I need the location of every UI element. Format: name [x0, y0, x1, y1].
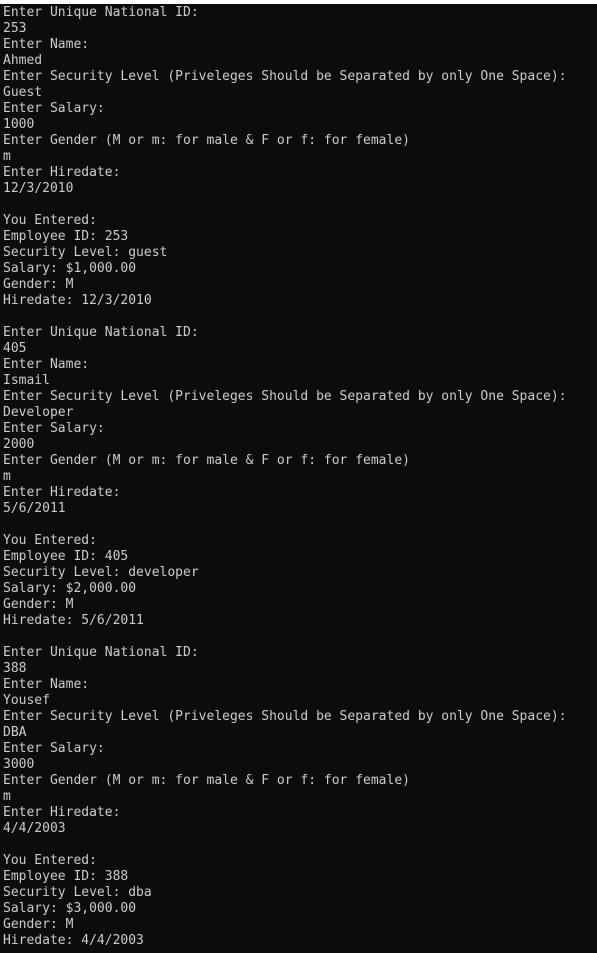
console-line: 253	[3, 21, 27, 36]
console-line: Ahmed	[3, 53, 43, 68]
console-line: Security Level: dba	[3, 885, 152, 900]
console-line: Enter Salary:	[3, 421, 105, 436]
console-line: Enter Unique National ID:	[3, 5, 199, 20]
console-line: m	[3, 789, 11, 804]
console-line: Enter Gender (M or m: for male & F or f:…	[3, 133, 410, 148]
console-output[interactable]: Enter Unique National ID: 253 Enter Name: A…	[3, 5, 597, 949]
console-line: Hiredate: 12/3/2010	[3, 293, 152, 308]
console-line: You Entered:	[3, 533, 97, 548]
console-line: m	[3, 149, 11, 164]
console-line: Enter Security Level (Priveleges Should …	[3, 389, 567, 404]
console-line: Ismail	[3, 373, 50, 388]
console-line: Salary: $1,000.00	[3, 261, 137, 276]
console-line: Security Level: developer	[3, 565, 199, 580]
console-line: You Entered:	[3, 853, 97, 868]
console-line: Enter Name:	[3, 677, 90, 692]
console-line: Enter Unique National ID:	[3, 645, 199, 660]
console-line: Enter Salary:	[3, 741, 105, 756]
console-line: Enter Salary:	[3, 101, 105, 116]
console-line: 3000	[3, 757, 35, 772]
console-line: 1000	[3, 117, 35, 132]
console-line: Enter Security Level (Priveleges Should …	[3, 69, 567, 84]
console-line: Enter Hiredate:	[3, 805, 121, 820]
console-line: 12/3/2010	[3, 181, 74, 196]
console-line: Employee ID: 253	[3, 229, 129, 244]
console-line: Enter Name:	[3, 37, 90, 52]
console-line: Salary: $2,000.00	[3, 581, 137, 596]
console-line: 5/6/2011	[3, 501, 66, 516]
console-line: m	[3, 469, 11, 484]
console-line: Enter Gender (M or m: for male & F or f:…	[3, 453, 410, 468]
console-line: 405	[3, 341, 27, 356]
console-line: You Entered:	[3, 213, 97, 228]
console-line: Gender: M	[3, 597, 74, 612]
console-line: Enter Hiredate:	[3, 165, 121, 180]
console-line: DBA	[3, 725, 27, 740]
console-line: Enter Security Level (Priveleges Should …	[3, 709, 567, 724]
console-line: 4/4/2003	[3, 821, 66, 836]
console-line: 388	[3, 661, 27, 676]
console-line: Enter Unique National ID:	[3, 325, 199, 340]
console-line: Gender: M	[3, 277, 74, 292]
console-line: Hiredate: 5/6/2011	[3, 613, 144, 628]
console-line: Enter Hiredate:	[3, 485, 121, 500]
console-line: Hiredate: 4/4/2003	[3, 933, 144, 948]
console-line: Enter Gender (M or m: for male & F or f:…	[3, 773, 410, 788]
console-line: Gender: M	[3, 917, 74, 932]
console-line: Employee ID: 388	[3, 869, 129, 884]
console-line: Employee ID: 405	[3, 549, 129, 564]
console-line: Salary: $3,000.00	[3, 901, 137, 916]
console-line: Developer	[3, 405, 74, 420]
console-window[interactable]: Enter Unique National ID: 253 Enter Name: A…	[0, 0, 597, 953]
console-line: Enter Name:	[3, 357, 90, 372]
console-line: Security Level: guest	[3, 245, 168, 260]
console-line: Guest	[3, 85, 43, 100]
console-line: 2000	[3, 437, 35, 452]
window-top-edge	[0, 0, 597, 4]
console-line: Yousef	[3, 693, 50, 708]
